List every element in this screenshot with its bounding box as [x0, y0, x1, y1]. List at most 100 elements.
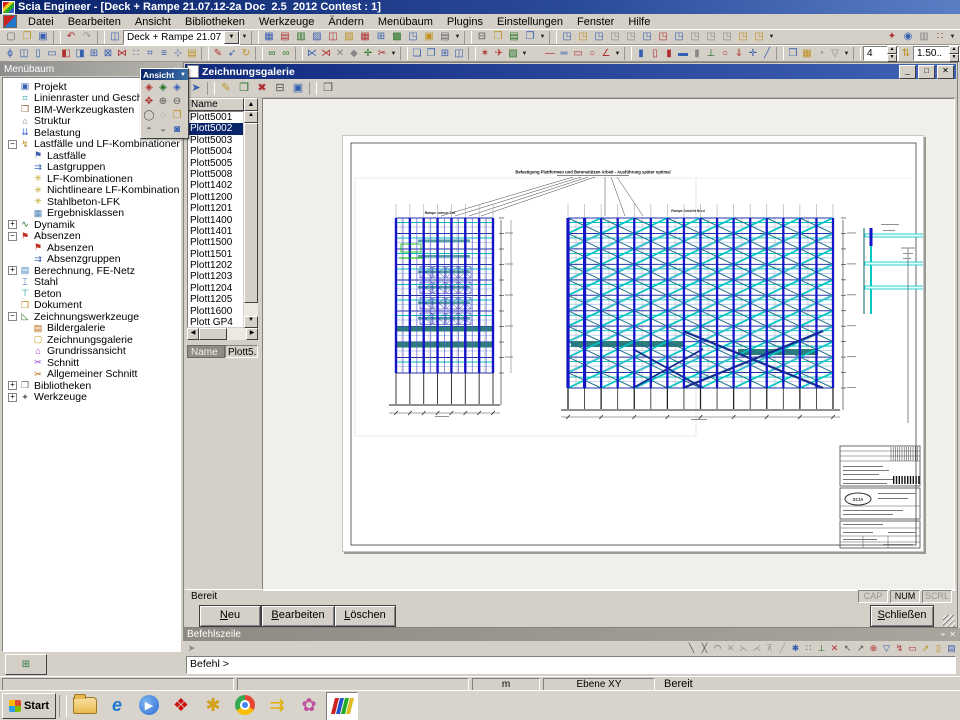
- tree-item-zeichnungsgalerie[interactable]: ▢Zeichnungsgalerie: [3, 334, 180, 346]
- plot-list-vscrollbar[interactable]: ▲ ▼: [244, 111, 258, 328]
- scroll-right-icon[interactable]: ▶: [246, 328, 258, 340]
- unlink-icon[interactable]: ∞: [279, 47, 293, 61]
- view-persp-icon[interactable]: ◳: [719, 30, 735, 44]
- plot-list-item[interactable]: Plott1400: [188, 215, 243, 226]
- gusset-icon[interactable]: ◆: [347, 47, 361, 61]
- opening-tool-icon[interactable]: ◨: [73, 47, 87, 61]
- pointer-icon[interactable]: ➤: [185, 642, 198, 655]
- axonometry-icon[interactable]: ✥: [142, 95, 156, 109]
- beam-tool-icon[interactable]: ◫: [17, 47, 31, 61]
- system-tools-icon[interactable]: ✱: [198, 692, 228, 719]
- snap-intersect-icon[interactable]: ✕: [828, 642, 841, 655]
- menu-ndern[interactable]: Ändern: [321, 15, 370, 29]
- tree-item-lastgruppen[interactable]: ⇉Lastgruppen: [3, 162, 180, 174]
- node-tool-icon[interactable]: ϕ: [3, 47, 17, 61]
- layers-icon[interactable]: ▤: [437, 30, 453, 44]
- plot-list-item[interactable]: Plott5003: [188, 135, 243, 146]
- tree-item-schnitt[interactable]: ✂Schnitt: [3, 357, 180, 369]
- trim-icon[interactable]: ✂: [375, 47, 389, 61]
- project-combo[interactable]: Deck + Rampe 21.07▼: [123, 30, 240, 45]
- app-titlebar[interactable]: Scia Engineer - [Deck + Rampe 21.07.12-2…: [0, 0, 960, 14]
- pin-icon[interactable]: ⌖: [941, 630, 946, 640]
- close-dialog-button[interactable]: Schließen: [870, 605, 934, 627]
- snap-circle-icon[interactable]: ⊗: [867, 642, 880, 655]
- snap-flash-icon[interactable]: ↯: [893, 642, 906, 655]
- edit-plot-icon[interactable]: ✎: [217, 80, 235, 96]
- table-icon[interactable]: ▦: [357, 30, 373, 44]
- close-button[interactable]: ✕: [937, 65, 954, 79]
- draw-dropdown[interactable]: ▼: [613, 47, 622, 61]
- snap-box-icon[interactable]: ▭: [906, 642, 919, 655]
- ansicht-titlebar[interactable]: Ansicht ▼: [141, 69, 188, 80]
- grid-icon[interactable]: ⊞: [373, 30, 389, 44]
- snap-grid-dots-icon[interactable]: ∷: [802, 642, 815, 655]
- new-icon[interactable]: ▢: [3, 30, 19, 44]
- circle-icon[interactable]: ○: [585, 47, 599, 61]
- new-button[interactable]: Neu: [199, 605, 261, 627]
- gallery-icon[interactable]: ◫: [325, 30, 341, 44]
- menu-datei[interactable]: Datei: [21, 15, 61, 29]
- tree-item-bibliotheken[interactable]: +❒Bibliotheken: [3, 380, 180, 392]
- file-explorer-icon[interactable]: [70, 692, 100, 719]
- plot-list-item[interactable]: Plott5008: [188, 169, 243, 180]
- column-member-icon[interactable]: ▯: [648, 47, 662, 61]
- menubaum-dock-tab[interactable]: ⊞: [5, 654, 47, 675]
- document-icon[interactable]: ▨: [309, 30, 325, 44]
- plot-list-item[interactable]: Plott GP4: [188, 317, 243, 328]
- plot-list-item[interactable]: Plott1401: [188, 226, 243, 237]
- menu-menbaum[interactable]: Menübaum: [371, 15, 440, 29]
- plot-list-item[interactable]: Plott5001: [188, 112, 243, 123]
- view-cube-icon[interactable]: ◙: [170, 123, 184, 137]
- results-icon[interactable]: ▥: [293, 30, 309, 44]
- snap-node-icon[interactable]: ╱: [776, 642, 789, 655]
- close-commandline-icon[interactable]: ✕: [949, 630, 956, 640]
- views-dropdown[interactable]: ▼: [767, 30, 776, 44]
- plot-list-item[interactable]: Plott1203: [188, 271, 243, 282]
- snap-plane-icon[interactable]: ▯: [932, 642, 945, 655]
- open-view-icon[interactable]: ❒: [170, 109, 184, 123]
- view-iso1-icon[interactable]: ◳: [735, 30, 751, 44]
- menu-einstellungen[interactable]: Einstellungen: [490, 15, 570, 29]
- properties-icon[interactable]: ▥: [916, 30, 932, 44]
- walk-mode-icon[interactable]: ✈: [492, 47, 506, 61]
- options-icon[interactable]: ∷: [932, 30, 948, 44]
- polyline-icon[interactable]: ═: [557, 47, 571, 61]
- undo-icon[interactable]: ↶: [63, 30, 79, 44]
- print-icon[interactable]: ⊟: [474, 30, 490, 44]
- wall-tool-icon[interactable]: ◧: [59, 47, 73, 61]
- image-export-icon[interactable]: ▤: [506, 30, 522, 44]
- view-z-icon[interactable]: ◈: [170, 81, 184, 95]
- menu-fenster[interactable]: Fenster: [570, 15, 621, 29]
- media-player-icon[interactable]: ▶: [134, 692, 164, 719]
- tree-item-lf-kombinationen[interactable]: ✳LF-Kombinationen: [3, 173, 180, 185]
- view-y-icon[interactable]: ◈: [156, 81, 170, 95]
- plot-list-item[interactable]: Plott1202: [188, 260, 243, 271]
- history-icon[interactable]: ◔: [814, 47, 828, 61]
- snap-far-icon[interactable]: ↗: [854, 642, 867, 655]
- minimize-button[interactable]: _: [899, 65, 916, 79]
- zoom-in-icon[interactable]: ⊕: [156, 95, 170, 109]
- export-icon[interactable]: ❐: [522, 30, 538, 44]
- plot-list-item[interactable]: Plott1501: [188, 249, 243, 260]
- snap-tangent-icon[interactable]: ⊼: [763, 642, 776, 655]
- copy-plot-icon[interactable]: ❐: [235, 80, 253, 96]
- snap-arc-icon[interactable]: ◠: [711, 642, 724, 655]
- connect-icon[interactable]: ⋉: [305, 47, 319, 61]
- axes-tool-icon[interactable]: ⊹: [171, 47, 185, 61]
- load-icon[interactable]: ⇓: [732, 47, 746, 61]
- view-3d-icon[interactable]: ◳: [405, 30, 421, 44]
- active-layer-field-spinner[interactable]: ▲▼: [887, 46, 897, 62]
- print-dropdown[interactable]: ▼: [538, 30, 547, 44]
- insert-to-drawing-icon[interactable]: ➤: [187, 80, 205, 96]
- bim-dropdown[interactable]: ▼: [948, 30, 957, 44]
- property-name-value[interactable]: Plott5..: [225, 345, 258, 358]
- chrome-icon[interactable]: [230, 692, 260, 719]
- view-xz-icon[interactable]: ◳: [559, 30, 575, 44]
- scale-field-spinner[interactable]: ▲▼: [949, 46, 959, 62]
- scroll-up-icon[interactable]: ▲: [244, 111, 258, 123]
- tree-item-dynamik[interactable]: +∿Dynamik: [3, 219, 180, 231]
- modify-dropdown[interactable]: ▼: [389, 47, 398, 61]
- redo-icon[interactable]: ↷: [79, 30, 95, 44]
- paper-space-icon[interactable]: ▧: [341, 30, 357, 44]
- ansicht-dropdown-icon[interactable]: ▼: [180, 72, 186, 78]
